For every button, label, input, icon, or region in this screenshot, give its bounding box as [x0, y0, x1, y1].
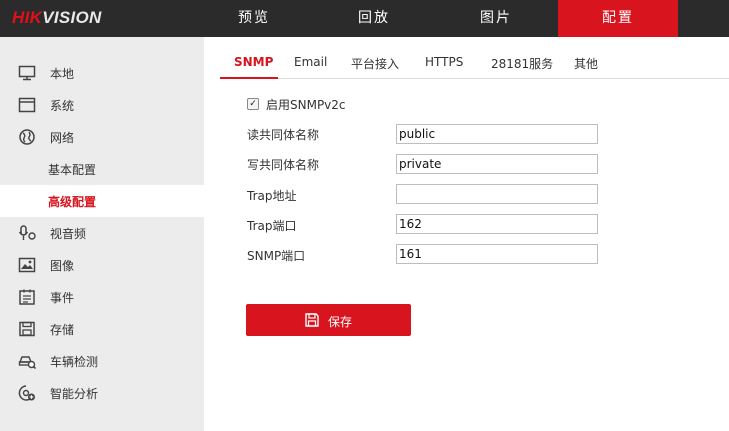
nav-picture[interactable]: 图片 [436, 0, 556, 37]
brand-logo-part1: HIK [12, 8, 43, 27]
write-community-label: 写共同体名称 [247, 158, 320, 172]
sidebar-item-label: 图像 [50, 259, 75, 273]
nav-playback[interactable]: 回放 [314, 0, 434, 37]
read-community-label: 读共同体名称 [247, 128, 320, 142]
sidebar-item-system[interactable]: 系统 [0, 89, 204, 121]
monitor-icon [18, 65, 36, 81]
read-community-input[interactable] [396, 124, 598, 144]
top-navigation-bar: HIKVISION 预览 回放 图片 配置 [0, 0, 729, 37]
trap-port-label: Trap端口 [247, 219, 297, 233]
sidebar-item-label: 智能分析 [50, 387, 99, 401]
sidebar: 本地 系统 网络 基本配置 高级配置 视音频 图像 事件 存储 车辆检测 智能分… [0, 37, 204, 431]
system-icon [18, 97, 36, 113]
save-icon [305, 313, 319, 327]
snmp-port-input[interactable] [396, 244, 598, 264]
sidebar-item-label: 存储 [50, 323, 75, 337]
trap-address-label: Trap地址 [247, 189, 297, 203]
nav-configuration[interactable]: 配置 [558, 0, 678, 37]
tab-platform-access[interactable]: 平台接入 [351, 55, 399, 72]
sidebar-item-label: 事件 [50, 291, 75, 305]
sidebar-item-advanced-config[interactable]: 高级配置 [0, 185, 204, 217]
save-button-label: 保存 [328, 315, 353, 329]
sidebar-item-vehicle-detection[interactable]: 车辆检测 [0, 345, 204, 377]
trap-port-input[interactable] [396, 214, 598, 234]
smart-analysis-icon [18, 385, 36, 401]
tab-snmp[interactable]: SNMP [234, 55, 273, 69]
snmp-port-label: SNMP端口 [247, 249, 306, 263]
tab-https[interactable]: HTTPS [425, 55, 463, 69]
sidebar-item-label: 高级配置 [48, 195, 97, 209]
event-icon [18, 289, 36, 305]
sidebar-item-label: 网络 [50, 131, 75, 145]
sidebar-item-event[interactable]: 事件 [0, 281, 204, 313]
audio-video-icon [18, 225, 36, 241]
sidebar-item-basic-config[interactable]: 基本配置 [0, 153, 204, 185]
trap-address-input[interactable] [396, 184, 598, 204]
sidebar-item-audio-video[interactable]: 视音频 [0, 217, 204, 249]
settings-tabs: SNMP Email 平台接入 HTTPS 28181服务 其他 [220, 48, 729, 79]
brand-logo: HIKVISION [12, 8, 102, 28]
sidebar-item-label: 车辆检测 [50, 355, 99, 369]
globe-icon [18, 129, 36, 145]
tab-email[interactable]: Email [294, 55, 327, 69]
sidebar-item-label: 视音频 [50, 227, 87, 241]
tab-28181-service[interactable]: 28181服务 [491, 55, 553, 72]
storage-icon [18, 321, 36, 337]
active-tab-indicator [220, 77, 278, 79]
sidebar-item-network[interactable]: 网络 [0, 121, 204, 153]
write-community-input[interactable] [396, 154, 598, 174]
image-icon [18, 257, 36, 273]
nav-preview[interactable]: 预览 [194, 0, 314, 37]
enable-snmpv2c-checkbox[interactable]: ✓ [247, 98, 259, 110]
sidebar-item-smart-analysis[interactable]: 智能分析 [0, 377, 204, 409]
sidebar-item-label: 本地 [50, 67, 75, 81]
vehicle-detect-icon [18, 353, 37, 370]
save-button[interactable]: 保存 [246, 304, 411, 336]
enable-snmpv2c-label: 启用SNMPv2c [266, 98, 346, 112]
sidebar-item-image[interactable]: 图像 [0, 249, 204, 281]
sidebar-item-local[interactable]: 本地 [0, 57, 204, 89]
tab-other[interactable]: 其他 [574, 55, 598, 72]
sidebar-item-storage[interactable]: 存储 [0, 313, 204, 345]
sidebar-item-label: 基本配置 [48, 163, 97, 177]
sidebar-item-label: 系统 [50, 99, 75, 113]
brand-logo-part2: VISION [42, 8, 102, 27]
